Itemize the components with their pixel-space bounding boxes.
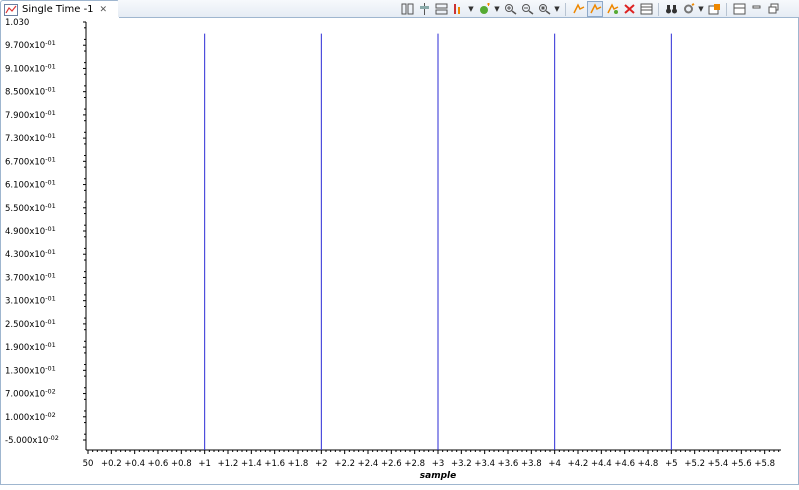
y-tick-label: 1.300x10-01 [5,364,56,376]
export-icon[interactable] [707,2,721,16]
x-tick-label: +5.6 [731,459,752,469]
y-tick-label: 7.300x10-01 [5,132,56,144]
sync-icon[interactable] [605,2,619,16]
zoom-dropdown-icon[interactable]: ▼ [554,5,560,13]
y-tick-label: 1.000x10-02 [5,411,56,423]
node-dropdown-icon[interactable]: ▼ [494,5,500,13]
y-tick-label: 5.500x10-01 [5,202,56,214]
y-tick-label: 2.500x10-01 [5,318,56,330]
x-tick-label: +1.2 [218,459,239,469]
chart-marker-icon[interactable] [451,2,465,16]
layout-icon[interactable] [732,2,746,16]
zoom-fit-icon[interactable] [537,2,551,16]
toolbar: ▼ ▼ ▼ ▼ [400,1,780,17]
y-tick-label: 7.000x10-02 [5,388,56,400]
y-tick-label: 7.900x10-01 [5,109,56,121]
chart-view-icon [4,3,18,16]
y-tick-label: 8.500x10-01 [5,86,56,98]
x-tick-label: +4.2 [568,459,589,469]
x-tick-label: +2 [315,459,328,469]
x-tick-label: +1.6 [264,459,285,469]
x-axis-tick-labels: 50 +0.2 +0.4 +0.6 +0.8 +1 +1.2 +1.4 +1.6 +1.8 +2 +2… [83,459,775,469]
x-tick-label: +4.4 [591,459,612,469]
x-tick-label: +4.8 [638,459,659,469]
x-tick-label: +1 [198,459,211,469]
minimize-icon[interactable] [749,2,763,16]
x-tick-label: +0.2 [101,459,122,469]
columns-icon[interactable] [400,2,414,16]
view-tab[interactable]: Single Time -1 ✕ [0,0,120,18]
y-axis-tick-labels: 1.030 9.700x10-01 9.100x10-01 8.500x10-01 7.… [5,18,59,446]
x-axis-title: sample [420,471,456,481]
binoculars-icon[interactable] [664,2,678,16]
zoom-in-icon[interactable] [503,2,517,16]
align-icon[interactable] [417,2,431,16]
x-tick-label: +4 [548,459,561,469]
x-tick-label: 50 [83,459,94,469]
x-tick-label: +5 [665,459,678,469]
x-tick-label: +2.6 [381,459,402,469]
y-tick-label: 6.100x10-01 [5,179,56,191]
add-node-icon[interactable] [477,2,491,16]
x-axis-ticks [87,450,780,454]
view-tab-title: Single Time -1 [22,4,94,15]
settings-icon[interactable] [681,2,695,16]
auto-refresh-icon[interactable] [587,1,603,17]
rows-icon[interactable] [434,2,448,16]
x-tick-label: +0.8 [171,459,192,469]
x-tick-label: +5.2 [684,459,705,469]
zoom-out-icon[interactable] [520,2,534,16]
time-plot[interactable]: 1.030 9.700x10-01 9.100x10-01 8.500x10-01 7.… [1,18,798,484]
x-tick-label: +1.4 [241,459,262,469]
x-tick-label: +0.6 [148,459,169,469]
maximize-icon[interactable] [766,2,780,16]
x-tick-label: +5.4 [708,459,729,469]
x-tick-label: +1.8 [288,459,309,469]
toolbar-separator [565,2,566,16]
x-tick-label: +3.4 [474,459,495,469]
toolbar-separator [658,2,659,16]
x-tick-label: +3.8 [521,459,542,469]
clear-icon[interactable] [622,2,636,16]
marker-dropdown-icon[interactable]: ▼ [468,5,474,13]
table-icon[interactable] [639,2,653,16]
x-tick-label: +3 [432,459,445,469]
x-tick-label: +3.6 [498,459,519,469]
y-tick-label: 4.300x10-01 [5,248,56,260]
x-tick-label: +3.2 [451,459,472,469]
y-tick-label: 3.700x10-01 [5,271,56,283]
y-tick-label: 1.900x10-01 [5,341,56,353]
settings-dropdown-icon[interactable]: ▼ [698,5,704,13]
x-tick-label: +0.4 [124,459,145,469]
toolbar-separator [726,2,727,16]
y-tick-label: 6.700x10-01 [5,155,56,167]
y-tick-label: 1.030 [5,18,29,28]
x-tick-label: +2.2 [334,459,355,469]
x-tick-label: +2.8 [404,459,425,469]
x-tick-label: +2.4 [358,459,379,469]
run-icon[interactable] [571,2,585,16]
y-tick-label: 9.700x10-01 [5,39,56,51]
chart-panel: 1.030 9.700x10-01 9.100x10-01 8.500x10-01 7.… [0,18,799,485]
impulse-series [204,33,672,450]
y-tick-label: 4.900x10-01 [5,225,56,237]
close-icon[interactable]: ✕ [100,5,108,15]
y-tick-label: -5.000x10-02 [5,434,59,446]
y-tick-label: 9.100x10-01 [5,62,56,74]
x-tick-label: +4.6 [614,459,635,469]
y-tick-label: 3.100x10-01 [5,295,56,307]
x-tick-label: +5.8 [754,459,775,469]
